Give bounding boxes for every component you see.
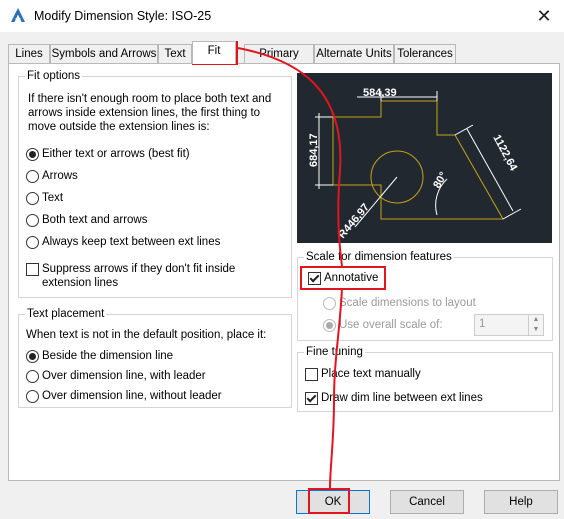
preview-dim-top: 584,39 [363, 87, 397, 99]
radio-arrows[interactable] [26, 170, 39, 183]
tab-lines[interactable]: Lines [8, 44, 50, 64]
tab-alternate-units[interactable]: Alternate Units [314, 44, 394, 64]
text-placement-legend: Text placement [25, 307, 107, 321]
text-placement-description: When text is not in the default position… [26, 329, 267, 341]
place-text-manually-checkbox[interactable] [305, 368, 318, 381]
overall-scale-label: Use overall scale of: [339, 319, 443, 331]
draw-dim-line-label: Draw dim line between ext lines [321, 392, 483, 404]
radio-label: Beside the dimension line [42, 350, 174, 362]
radio-label: Arrows [42, 170, 78, 182]
radio-label: Always keep text between ext lines [42, 236, 221, 248]
draw-dim-line-checkbox[interactable] [305, 392, 318, 405]
radio-scale-to-layout[interactable] [323, 297, 336, 310]
fine-tuning-legend: Fine tuning [304, 345, 365, 359]
fit-options-legend: Fit options [25, 69, 83, 83]
spinner-up-icon[interactable]: ▲ [529, 315, 543, 325]
radio-text[interactable] [26, 192, 39, 205]
help-button[interactable]: Help [484, 490, 558, 514]
preview-dim-left: 684,17 [308, 133, 320, 167]
suppress-arrows-checkbox[interactable] [26, 263, 39, 276]
scale-legend: Scale for dimension features [304, 250, 454, 264]
radio-over-dim-without-leader[interactable] [26, 390, 39, 403]
annotation-box-ok [308, 488, 350, 514]
place-text-manually-label: Place text manually [321, 368, 421, 380]
suppress-arrows-label: extension lines [42, 277, 119, 289]
fit-description-line: arrows inside extension lines, the first… [28, 107, 261, 119]
tab-text[interactable]: Text [158, 44, 192, 64]
radio-always-keep-text[interactable] [26, 236, 39, 249]
radio-best-fit[interactable] [26, 148, 39, 161]
cancel-button[interactable]: Cancel [390, 490, 464, 514]
tab-fit[interactable]: Fit [192, 41, 236, 64]
spinner-down-icon[interactable]: ▼ [529, 325, 543, 335]
tab-primary-units[interactable]: Primary Units [244, 44, 314, 79]
window-title: Modify Dimension Style: ISO-25 [34, 9, 212, 23]
radio-over-dim-with-leader[interactable] [26, 370, 39, 383]
preview-part-outline [332, 100, 504, 220]
close-button[interactable]: ✕ [530, 4, 558, 28]
preview-dim-right: 1122,64 [490, 133, 519, 174]
preview-dim-radius: R446,97 [336, 201, 372, 241]
preview-drawing: 584,39 684,17 1122,64 80° R446,97 [308, 87, 522, 241]
preview-dim-angle: 80° [431, 170, 450, 190]
radio-label: Both text and arrows [42, 214, 148, 226]
tab-tolerances[interactable]: Tolerances [394, 44, 456, 64]
tab-symbols-and-arrows[interactable]: Symbols and Arrows [50, 44, 158, 64]
dimension-preview: 584,39 684,17 1122,64 80° R446,97 [297, 73, 552, 243]
radio-label: Over dimension line, without leader [42, 390, 222, 402]
suppress-arrows-label: Suppress arrows if they don't fit inside [42, 263, 236, 275]
overall-scale-spinner[interactable]: 1 ▲ ▼ [474, 314, 544, 336]
preview-dimension-lines [315, 91, 522, 228]
radio-beside-dim-line[interactable] [26, 350, 39, 363]
radio-both-text-and-arrows[interactable] [26, 214, 39, 227]
radio-overall-scale[interactable] [323, 319, 336, 332]
title-bar: Modify Dimension Style: ISO-25 ✕ [0, 0, 564, 32]
scale-to-layout-label: Scale dimensions to layout [339, 297, 476, 309]
radio-label: Text [42, 192, 64, 204]
autocad-logo-icon [11, 8, 25, 22]
annotation-box-annotative [300, 266, 386, 290]
fit-description-line: If there isn't enough room to place both… [28, 93, 272, 105]
spinner-buttons: ▲ ▼ [528, 315, 543, 335]
radio-label: Over dimension line, with leader [42, 370, 206, 382]
radio-label: Either text or arrows (best fit) [42, 148, 190, 160]
fit-description-line: move outside the extension lines is: [28, 121, 210, 133]
overall-scale-value: 1 [479, 318, 486, 330]
